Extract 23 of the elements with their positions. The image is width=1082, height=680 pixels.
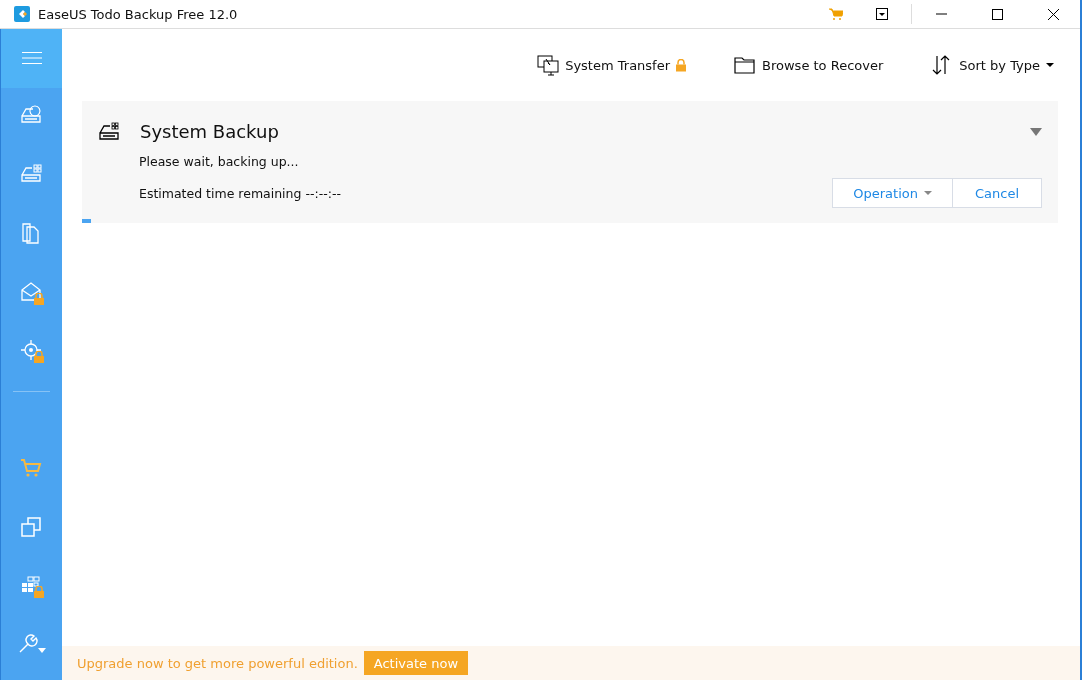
toolbar-button[interactable]: System Transfer [537,54,687,76]
toolbar-button[interactable]: Sort by Type [931,54,1054,76]
lock-icon [676,58,687,71]
monitors-icon [537,54,560,76]
drive-windows-icon [98,121,122,142]
upgrade-text: Upgrade now to get more powerful edition. [77,655,358,671]
dropdown-menu-icon[interactable] [876,8,888,20]
maximize-icon[interactable] [991,8,1003,20]
time-remaining-text: Estimated time remaining --:--:-- [139,185,342,201]
status-text: Please wait, backing up... [139,154,300,169]
menu-button[interactable] [1,29,62,88]
app-logo-icon [14,6,30,22]
toolbar-button[interactable]: Browse to Recover [734,54,884,76]
minimize-icon[interactable] [935,13,947,15]
cart-icon[interactable] [829,8,843,20]
caret-icon [923,191,932,195]
menu-icon [21,52,42,65]
task-title: System Backup [140,121,280,142]
close-icon[interactable] [1047,8,1059,20]
expand-caret-icon[interactable] [1030,127,1042,136]
folder-icon [734,54,757,76]
window-title: EaseUS Todo Backup Free 12.0 [38,6,239,22]
caret-icon [1046,62,1054,68]
